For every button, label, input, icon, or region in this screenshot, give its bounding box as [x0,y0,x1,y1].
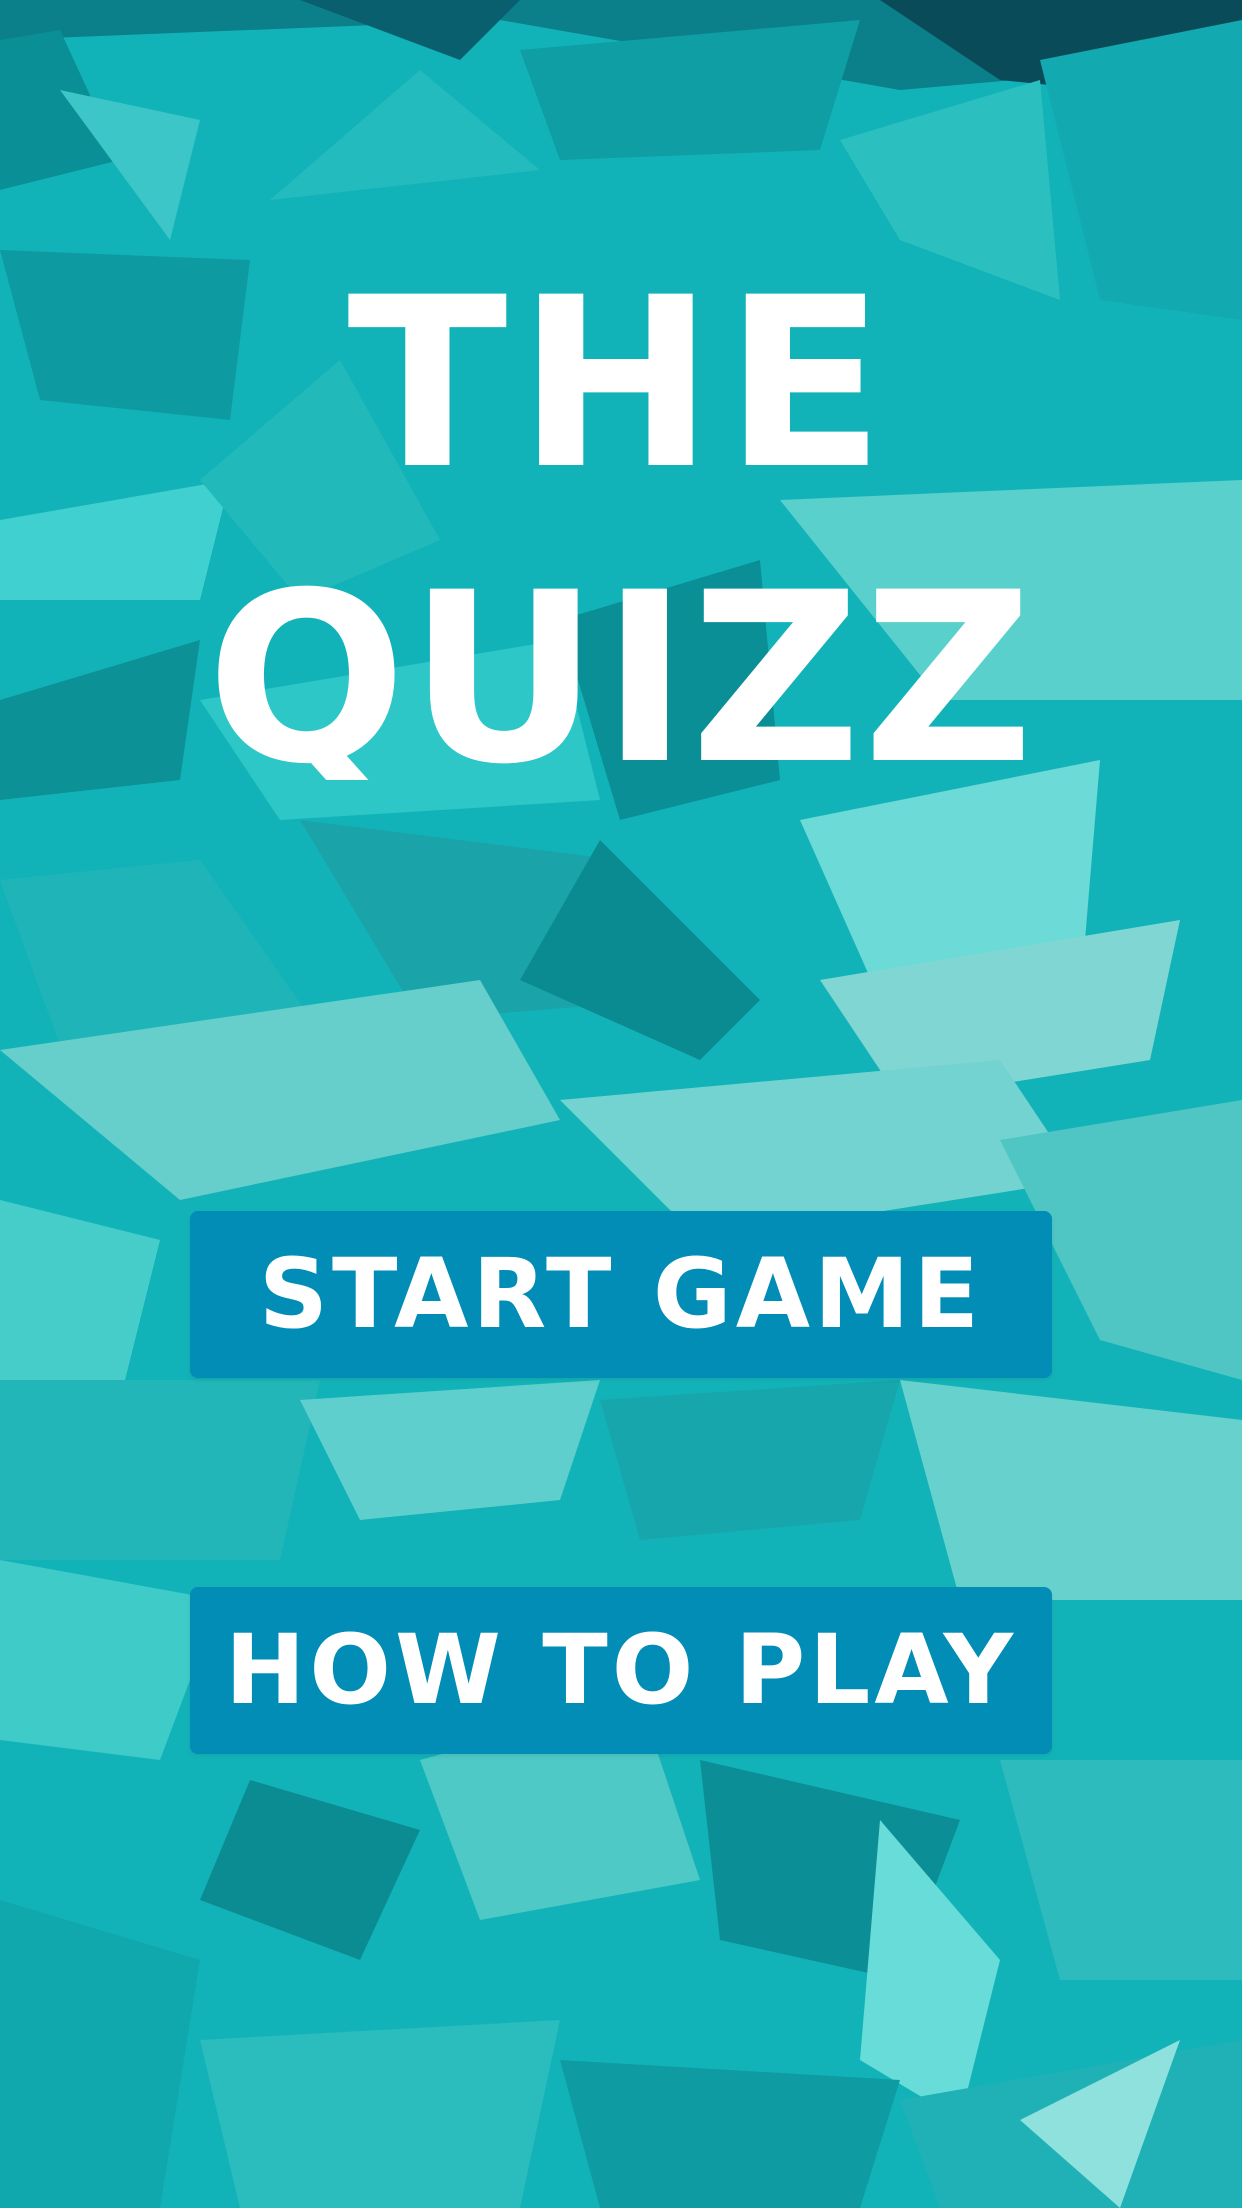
how-to-play-button[interactable]: HOW TO PLAY [190,1587,1052,1754]
title-line-2: QUIZZ [207,543,1036,780]
start-game-button[interactable]: START GAME [190,1211,1052,1378]
game-title-logo: THE QUIZZ [207,248,1036,780]
title-line-1: THE [347,248,895,521]
